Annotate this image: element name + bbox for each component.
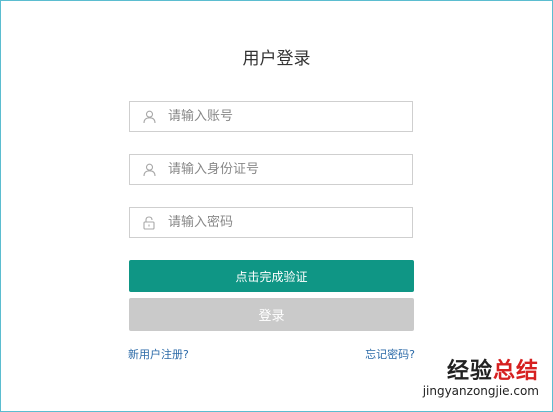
- account-input[interactable]: [168, 109, 398, 124]
- id-number-field[interactable]: [129, 154, 413, 185]
- register-link[interactable]: 新用户注册?: [128, 346, 189, 362]
- watermark-url: jingyanzongjie.com: [422, 384, 539, 398]
- user-icon: [142, 110, 156, 124]
- login-button[interactable]: 登录: [129, 298, 414, 331]
- forgot-password-link[interactable]: 忘记密码?: [365, 346, 415, 362]
- lock-icon: [142, 215, 156, 230]
- verify-button[interactable]: 点击完成验证: [129, 260, 414, 292]
- password-input[interactable]: [168, 215, 398, 230]
- password-field[interactable]: [129, 207, 413, 238]
- page-title: 用户登录: [242, 49, 311, 69]
- account-field[interactable]: [129, 101, 413, 132]
- id-number-input[interactable]: [168, 162, 398, 177]
- user-icon: [142, 163, 156, 177]
- watermark: 经验总结 jingyanzongjie.com: [422, 359, 539, 399]
- watermark-logo: 经验总结: [446, 359, 539, 384]
